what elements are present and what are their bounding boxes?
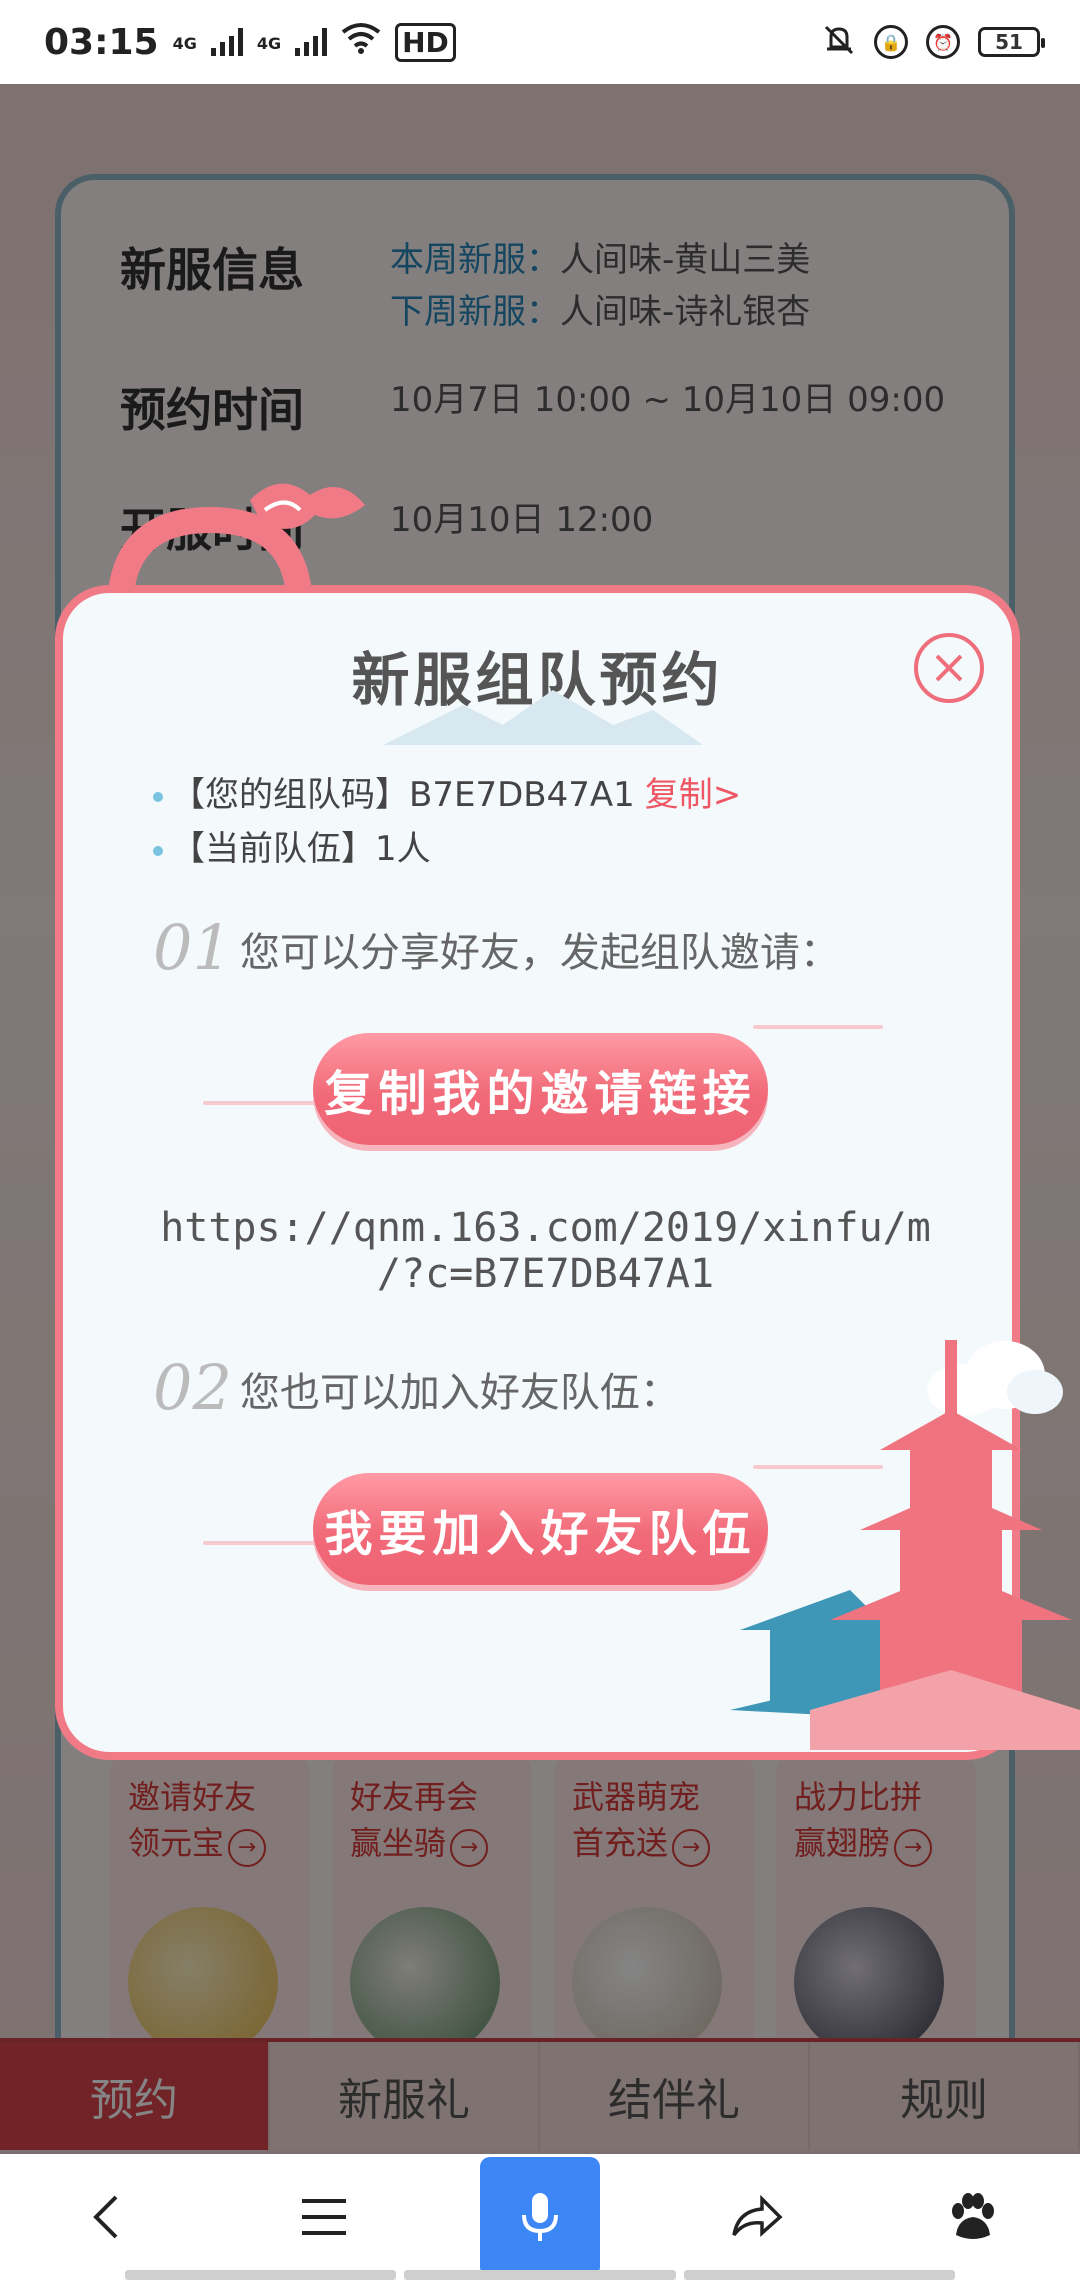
- invite-url-line1: https://qnm.163.com/2019/xinfu/m: [160, 1205, 931, 1251]
- swirl-decoration: [753, 1025, 883, 1029]
- share-button[interactable]: [696, 2157, 816, 2277]
- bottom-navigation: [0, 2154, 1080, 2280]
- copy-invite-link-button[interactable]: 复制我的邀请链接: [313, 1033, 768, 1145]
- join-friend-team-button[interactable]: 我要加入好友队伍: [313, 1473, 768, 1585]
- lock-rotation-icon: 🔒: [874, 25, 908, 59]
- microphone-icon: [522, 2193, 558, 2241]
- back-button[interactable]: [48, 2157, 168, 2277]
- status-time: 03:15: [44, 21, 159, 63]
- status-bar: 03:15 4G 4G HD 🔒 ⏰ 51: [0, 0, 1080, 84]
- step-1-number: 01: [153, 911, 232, 984]
- invite-url-line2: /?c=B7E7DB47A1: [376, 1251, 715, 1297]
- baidu-home-button[interactable]: [912, 2157, 1032, 2277]
- close-button[interactable]: [914, 633, 984, 703]
- alarm-icon: ⏰: [926, 25, 960, 59]
- step-1-text: 您可以分享好友，发起组队邀请：: [239, 930, 840, 976]
- network-4g-icon-2: 4G: [256, 33, 282, 53]
- menu-button[interactable]: [264, 2157, 384, 2277]
- battery-icon: 51: [978, 27, 1045, 57]
- status-left: 03:15 4G 4G HD: [44, 22, 456, 63]
- signal-icon: [210, 28, 243, 56]
- step-1: 01 您可以分享好友，发起组队邀请：: [153, 913, 840, 983]
- hd-icon: HD: [395, 22, 456, 62]
- swirl-decoration: [203, 1541, 323, 1545]
- share-icon: [732, 2194, 783, 2237]
- bullet-dot-icon: [153, 845, 163, 856]
- current-team-text: 【当前队伍】1人: [171, 829, 431, 869]
- bullet-dot-icon: [153, 791, 163, 802]
- mute-bell-icon: [822, 23, 856, 61]
- network-4g-icon: 4G: [172, 33, 197, 53]
- pagoda-decoration: [730, 1340, 1080, 1750]
- current-team-row: 【当前队伍】1人: [153, 822, 741, 876]
- voice-search-button[interactable]: [480, 2157, 600, 2277]
- team-code-row: 【您的组队码】B7E7DB47A1 复制>: [153, 768, 741, 822]
- mountain-decoration: [383, 690, 703, 745]
- swirl-decoration: [203, 1101, 323, 1105]
- baidu-paw-icon: [952, 2193, 994, 2239]
- close-icon: [935, 654, 963, 682]
- status-right: 🔒 ⏰ 51: [822, 23, 1045, 61]
- home-indicator: [125, 2270, 955, 2280]
- step-2-number: 02: [153, 1351, 232, 1424]
- team-info-list: 【您的组队码】B7E7DB47A1 复制> 【当前队伍】1人: [153, 768, 741, 876]
- step-2-text: 您也可以加入好友队伍：: [239, 1370, 680, 1416]
- team-code-text: 【您的组队码】B7E7DB47A1: [171, 775, 635, 815]
- menu-icon: [302, 2199, 346, 2235]
- copy-team-code-link[interactable]: 复制>: [645, 775, 742, 815]
- back-icon: [93, 2195, 118, 2239]
- step-2: 02 您也可以加入好友队伍：: [153, 1353, 680, 1423]
- invite-url: https://qnm.163.com/2019/xinfu/m /?c=B7E…: [103, 1205, 988, 1297]
- wifi-icon: [341, 22, 381, 63]
- signal-icon-2: [295, 28, 328, 56]
